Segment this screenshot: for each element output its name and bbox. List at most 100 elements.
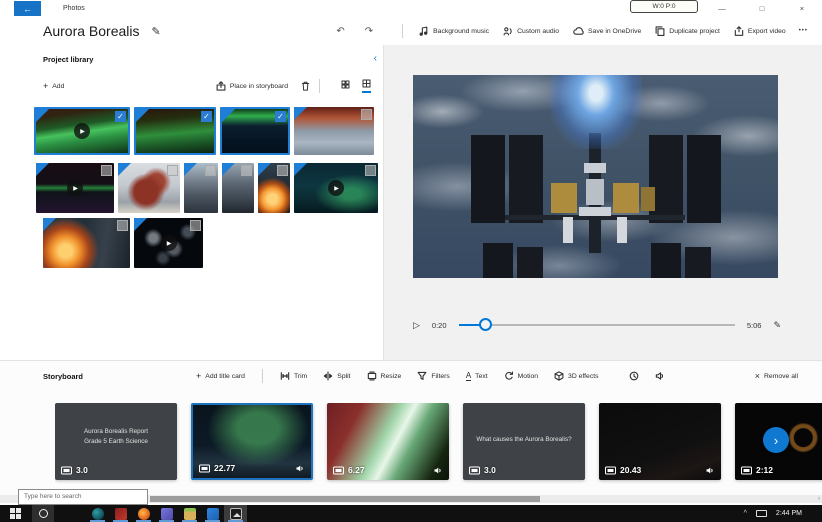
place-in-storyboard-button[interactable]: Place in storyboard [216, 81, 288, 91]
keyboard-tray-icon[interactable] [756, 510, 767, 517]
volume-button[interactable] [655, 371, 665, 381]
speed-button[interactable] [629, 371, 639, 381]
rename-project-button[interactable]: ✎ [152, 25, 161, 38]
button-label: Save in OneDrive [588, 28, 641, 35]
checkbox-unchecked[interactable] [277, 165, 288, 176]
checkbox-checked[interactable]: ✓ [275, 111, 286, 122]
library-thumbnail[interactable]: ✓ [220, 107, 290, 155]
storyboard-clip-selected[interactable]: 22.77 [191, 403, 313, 480]
checkbox-unchecked[interactable] [117, 220, 128, 231]
checkbox-unchecked[interactable] [241, 165, 252, 176]
back-button[interactable]: ← [14, 1, 41, 16]
edit-duration-button[interactable]: ✎ [773, 320, 781, 331]
taskbar-app-firefox[interactable] [132, 505, 155, 522]
save-onedrive-button[interactable]: Save in OneDrive [573, 26, 641, 36]
resize-button[interactable]: Resize [367, 371, 402, 381]
pencil-icon: ✎ [773, 320, 781, 330]
large-grid-view-button[interactable] [362, 79, 371, 93]
clip-audio-indicator[interactable] [433, 466, 443, 475]
library-thumbnail[interactable] [184, 163, 218, 213]
storyboard-section: Storyboard + Add title card Trim Split R… [0, 360, 822, 495]
title-line: Aurora Borealis Report [61, 427, 171, 437]
duplicate-project-button[interactable]: Duplicate project [655, 26, 720, 36]
video-preview[interactable] [413, 75, 778, 278]
library-thumbnail[interactable]: ▶ [36, 163, 114, 213]
clip-audio-indicator[interactable] [295, 464, 305, 473]
taskbar-clock[interactable]: 2:44 PM [776, 510, 802, 517]
slider-handle[interactable] [479, 318, 492, 331]
play-icon[interactable]: ▶ [328, 180, 344, 196]
taskbar: ^ 2:44 PM [0, 505, 822, 522]
text-button[interactable]: A Text [466, 372, 488, 381]
storyboard-clip[interactable]: 6.27 [327, 403, 449, 480]
search-button[interactable] [32, 505, 54, 522]
checkbox-unchecked[interactable] [205, 165, 216, 176]
play-icon[interactable]: ▶ [74, 123, 90, 139]
clip-corner-badge [136, 109, 149, 122]
divider [262, 369, 263, 383]
library-thumbnail[interactable]: ▶ [294, 163, 378, 213]
add-title-card-button[interactable]: + Add title card [196, 371, 245, 381]
library-thumbnail[interactable] [118, 163, 180, 213]
export-video-button[interactable]: Export video [734, 26, 786, 36]
library-thumbnail[interactable] [222, 163, 254, 213]
trim-button[interactable]: Trim [280, 371, 307, 381]
scrollbar-arrow-right[interactable]: › [818, 495, 820, 503]
library-thumbnail[interactable] [258, 163, 290, 213]
scrollbar-thumb[interactable] [150, 496, 540, 502]
checkbox-checked[interactable]: ✓ [201, 111, 212, 122]
maximize-button[interactable]: □ [742, 0, 782, 17]
remove-all-button[interactable]: × Remove all [755, 371, 798, 381]
delete-media-button[interactable] [301, 81, 310, 91]
3d-effects-button[interactable]: 3D effects [554, 371, 598, 381]
button-label: Add title card [205, 373, 245, 380]
duration-value: 20.43 [620, 465, 641, 475]
title-card-duration-icon [469, 466, 480, 475]
title-line: Grade 5 Earth Science [61, 437, 171, 447]
taskbar-app-edge[interactable] [86, 505, 109, 522]
clip-audio-indicator[interactable] [705, 466, 715, 475]
more-options-button[interactable]: ••• [799, 28, 808, 34]
checkbox-unchecked[interactable] [190, 220, 201, 231]
add-media-button[interactable]: + Add [43, 81, 64, 91]
checkbox-unchecked[interactable] [101, 165, 112, 176]
start-button[interactable] [10, 508, 22, 520]
taskbar-search-input[interactable]: Type here to search [18, 489, 148, 505]
library-thumbnail[interactable]: ▶ [134, 218, 203, 268]
minimize-button[interactable]: — [702, 0, 742, 17]
seek-slider[interactable] [459, 318, 735, 332]
storyboard-clip-title-card[interactable]: Aurora Borealis Report Grade 5 Earth Sci… [55, 403, 177, 480]
library-thumbnail[interactable]: ▶ ✓ [34, 107, 130, 155]
redo-button[interactable]: ↷ [365, 26, 373, 37]
project-title: Aurora Borealis [43, 23, 140, 39]
taskbar-app-folder[interactable] [178, 505, 201, 522]
library-thumbnail[interactable] [294, 107, 374, 155]
split-button[interactable]: Split [323, 371, 350, 381]
checkbox-unchecked[interactable] [365, 165, 376, 176]
play-icon[interactable]: ▶ [161, 235, 177, 251]
library-thumbnail[interactable]: ✓ [134, 107, 216, 155]
background-music-button[interactable]: Background music [419, 26, 489, 36]
library-thumbnail[interactable] [43, 218, 130, 268]
play-icon[interactable]: ▶ [67, 180, 83, 196]
storyboard-clip[interactable]: 20.43 [599, 403, 721, 480]
taskbar-app-photos-active[interactable] [224, 505, 247, 522]
play-button[interactable]: ▷ [413, 320, 420, 331]
taskbar-app-red[interactable] [109, 505, 132, 522]
checkbox-checked[interactable]: ✓ [115, 111, 126, 122]
button-label: 3D effects [568, 373, 598, 380]
checkbox-unchecked[interactable] [361, 109, 372, 120]
close-button[interactable]: × [782, 0, 822, 17]
undo-button[interactable]: ↶ [336, 26, 344, 37]
taskbar-app-blue[interactable] [201, 505, 224, 522]
checkbox-unchecked[interactable] [167, 165, 178, 176]
motion-button[interactable]: Motion [504, 371, 538, 381]
show-hidden-icons-button[interactable]: ^ [744, 510, 747, 517]
custom-audio-button[interactable]: Custom audio [503, 26, 559, 36]
small-grid-view-button[interactable] [341, 80, 350, 92]
filters-button[interactable]: Filters [417, 371, 450, 381]
scroll-next-button[interactable]: › [763, 427, 789, 453]
storyboard-clip-title-card[interactable]: What causes the Aurora Borealis? 3.0 [463, 403, 585, 480]
collapse-library-button[interactable]: ‹ [374, 53, 377, 64]
taskbar-app-purple[interactable] [155, 505, 178, 522]
